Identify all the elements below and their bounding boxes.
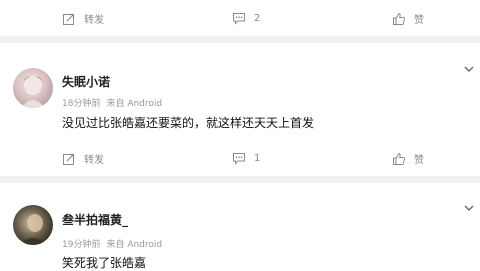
comment-count: 1 [254, 152, 261, 164]
comment-source: 来自 Android [106, 99, 163, 109]
repost-label: 转发 [84, 155, 104, 166]
avatar[interactable] [13, 68, 53, 108]
repost-button[interactable]: 转发 [62, 151, 104, 166]
comment-time: 19分钟前 [62, 240, 101, 250]
comment-author[interactable]: 失眠小诺 [62, 73, 110, 90]
avatar[interactable] [13, 205, 53, 245]
repost-label: 转发 [84, 15, 104, 26]
comment-icon [233, 13, 245, 25]
like-button[interactable]: 赞 [392, 11, 424, 26]
section-divider [0, 176, 480, 183]
chevron-down-icon[interactable] [463, 202, 475, 214]
like-button[interactable]: 赞 [392, 151, 424, 166]
thumbs-up-icon [393, 12, 406, 25]
repost-icon [63, 153, 75, 165]
comment-button[interactable]: 1 [232, 151, 260, 165]
comment-icon [233, 153, 245, 165]
comment-meta: 18分钟前 来自 Android [62, 96, 162, 109]
comment-time: 18分钟前 [62, 99, 101, 109]
comment-action-bar: 转发 1 赞 [0, 140, 480, 176]
comment-source: 来自 Android [106, 240, 163, 250]
chevron-down-icon[interactable] [463, 63, 475, 75]
like-label: 赞 [414, 155, 424, 166]
top-action-bar: 转发 2 赞 [0, 0, 480, 36]
comment-meta: 19分钟前 来自 Android [62, 237, 162, 250]
avatar-image-icon [19, 214, 47, 245]
comment-text: 笑死我了张皓嘉 [62, 256, 147, 270]
comment-button[interactable]: 2 [232, 11, 260, 25]
comment-count: 2 [254, 12, 261, 24]
comment-text: 没见过比张皓嘉还要菜的，就这样还天天上首发 [62, 116, 315, 130]
repost-button[interactable]: 转发 [62, 11, 104, 26]
thumbs-up-icon [393, 152, 406, 165]
comment-author[interactable]: 叁半拍福黄_ [62, 211, 128, 228]
avatar-image-icon [21, 75, 45, 108]
repost-icon [63, 13, 75, 25]
section-divider [0, 36, 480, 43]
like-label: 赞 [414, 15, 424, 26]
